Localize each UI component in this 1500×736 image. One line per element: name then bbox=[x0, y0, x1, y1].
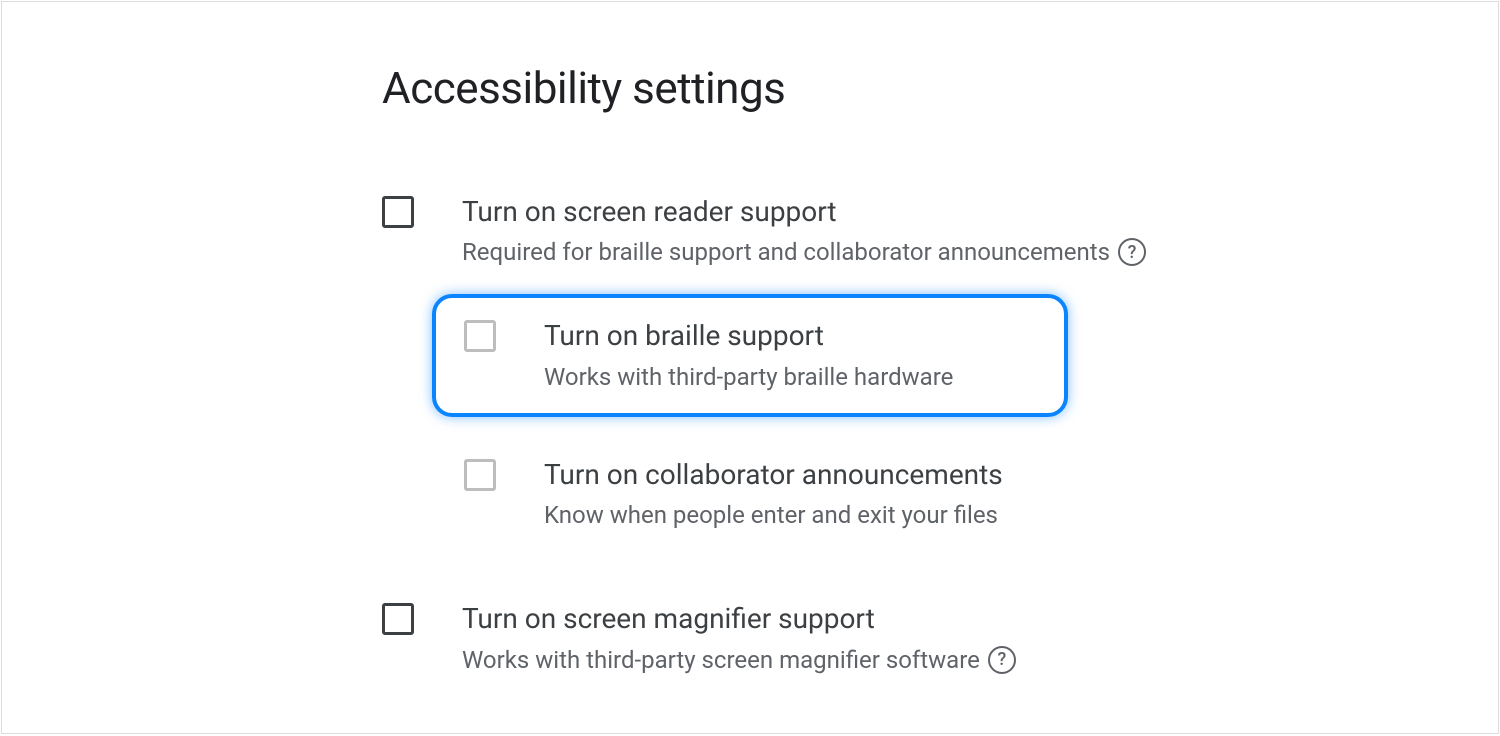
option-text-wrap: Turn on screen reader support Required f… bbox=[462, 194, 1146, 266]
option-collaborator: Turn on collaborator announcements Know … bbox=[432, 437, 1498, 551]
option-desc-text: Works with third-party braille hardware bbox=[544, 363, 953, 391]
option-desc-text: Works with third-party screen magnifier … bbox=[462, 646, 980, 674]
option-desc: Know when people enter and exit your fil… bbox=[544, 501, 1003, 529]
settings-panel: Accessibility settings Turn on screen re… bbox=[1, 1, 1499, 734]
checkbox-collaborator[interactable] bbox=[464, 459, 496, 491]
option-label[interactable]: Turn on collaborator announcements bbox=[544, 457, 1003, 493]
page-title: Accessibility settings bbox=[382, 62, 1498, 114]
section-gap bbox=[382, 571, 1498, 601]
option-magnifier: Turn on screen magnifier support Works w… bbox=[382, 601, 1498, 673]
option-text-wrap: Turn on collaborator announcements Know … bbox=[544, 457, 1003, 529]
option-screen-reader: Turn on screen reader support Required f… bbox=[382, 194, 1498, 266]
option-text-wrap: Turn on screen magnifier support Works w… bbox=[462, 601, 1016, 673]
option-label[interactable]: Turn on screen magnifier support bbox=[462, 601, 1016, 637]
option-text-wrap: Turn on braille support Works with third… bbox=[544, 318, 953, 390]
option-desc: Works with third-party screen magnifier … bbox=[462, 646, 1016, 674]
option-desc-text: Required for braille support and collabo… bbox=[462, 238, 1110, 266]
sub-options-group: Turn on braille support Works with third… bbox=[432, 294, 1498, 551]
help-icon[interactable]: ? bbox=[988, 646, 1016, 674]
checkbox-screen-reader[interactable] bbox=[382, 196, 414, 228]
option-braille: Turn on braille support Works with third… bbox=[432, 294, 1068, 416]
help-icon[interactable]: ? bbox=[1118, 238, 1146, 266]
option-label[interactable]: Turn on braille support bbox=[544, 318, 953, 354]
option-label[interactable]: Turn on screen reader support bbox=[462, 194, 1146, 230]
checkbox-braille[interactable] bbox=[464, 320, 496, 352]
option-desc-text: Know when people enter and exit your fil… bbox=[544, 501, 998, 529]
option-desc: Required for braille support and collabo… bbox=[462, 238, 1146, 266]
checkbox-magnifier[interactable] bbox=[382, 603, 414, 635]
option-desc: Works with third-party braille hardware bbox=[544, 363, 953, 391]
